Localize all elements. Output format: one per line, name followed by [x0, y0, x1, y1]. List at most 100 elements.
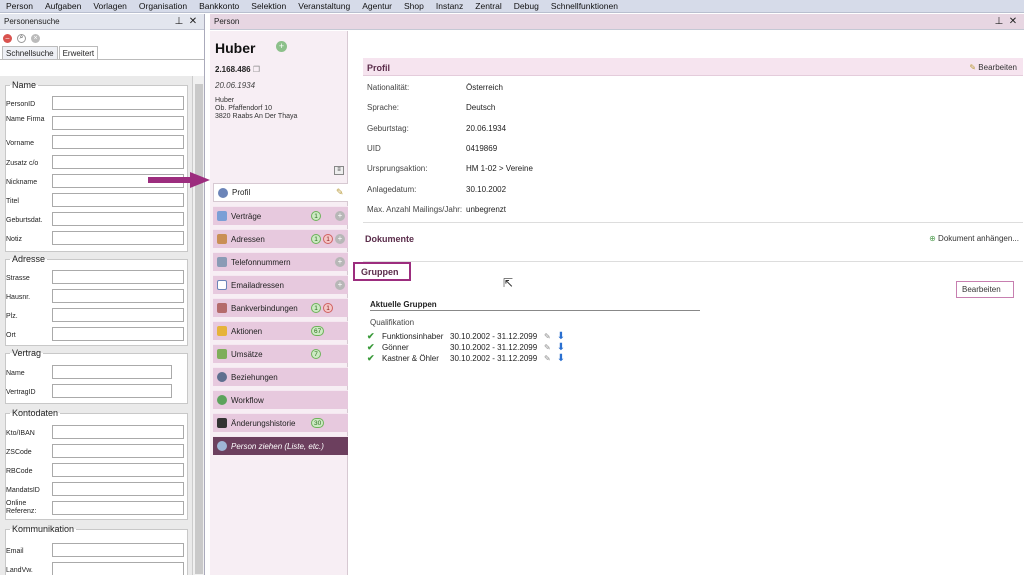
profil-title: Profil: [367, 63, 391, 73]
person-pane-titlebar: Person ⊥ ✕: [210, 14, 1024, 30]
scroll-thumb[interactable]: [195, 84, 203, 574]
close-icon[interactable]: ✕: [186, 16, 200, 27]
add-icon[interactable]: +: [276, 41, 287, 52]
dokumente-title: Dokumente: [365, 234, 415, 244]
nav-beziehungen[interactable]: Beziehungen: [213, 367, 348, 386]
label-rbcode: RBCode: [6, 468, 33, 475]
label-mandatsid: MandatsID: [6, 487, 40, 494]
arrow-down-icon[interactable]: ⬇: [557, 331, 565, 342]
arrow-down-icon[interactable]: ⬇: [557, 342, 565, 353]
search-pane-title: Personensuche: [4, 17, 60, 26]
mandatsid-field[interactable]: [52, 482, 184, 496]
menu-zentral[interactable]: Zentral: [469, 1, 507, 11]
nav-telefonnummern[interactable]: Telefonnummern +: [213, 252, 348, 271]
attach-document-button[interactable]: ⊕ Dokument anhängen...: [929, 234, 1019, 243]
landvw-field[interactable]: [52, 562, 184, 575]
plz-field[interactable]: [52, 308, 184, 322]
vorname-field[interactable]: [52, 135, 184, 149]
vertragid-field[interactable]: [52, 384, 172, 398]
clear-icon[interactable]: –: [3, 33, 12, 43]
menu-organisation[interactable]: Organisation: [133, 1, 193, 11]
nav-aktionen-label: Aktionen: [231, 326, 263, 336]
vertrag-name-field[interactable]: [52, 365, 172, 379]
nav-adressen[interactable]: Adressen 11 +: [213, 229, 348, 248]
menu-agentur[interactable]: Agentur: [356, 1, 398, 11]
group-row: ✔ Gönner 30.10.2002 - 31.12.2099 ✎ ⬇: [367, 342, 565, 353]
arrow-down-icon[interactable]: ⬇: [557, 353, 565, 364]
profil-header: Profil ✎ Bearbeiten: [363, 58, 1023, 76]
pin-icon[interactable]: ⊥: [172, 16, 186, 27]
hausnr-field[interactable]: [52, 289, 184, 303]
label-strasse: Strasse: [6, 275, 30, 282]
nav-umsaetze-label: Umsätze: [231, 349, 263, 359]
aktuelle-gruppen-underline: [370, 310, 700, 311]
edit-pencil-icon[interactable]: ✎: [544, 354, 551, 363]
menu-shop[interactable]: Shop: [398, 1, 430, 11]
person-icon: [218, 187, 228, 198]
nav-aenderungshistorie[interactable]: Änderungshistorie 30: [213, 413, 348, 432]
add-icon[interactable]: +: [335, 280, 345, 290]
name-firma-field[interactable]: [52, 116, 184, 130]
search-icon[interactable]: ⌕: [17, 33, 26, 43]
label-email: Email: [6, 548, 24, 555]
collapse-button[interactable]: ≡: [334, 166, 344, 175]
menu-aufgaben[interactable]: Aufgaben: [39, 1, 87, 11]
reset-icon[interactable]: ×: [31, 33, 40, 43]
count-badge: 67: [311, 326, 325, 336]
nav-workflow[interactable]: Workflow: [213, 390, 348, 409]
close-icon[interactable]: ✕: [1006, 16, 1020, 27]
pin-icon[interactable]: ⊥: [992, 16, 1006, 27]
zusatz-field[interactable]: [52, 155, 184, 169]
lightning-icon: [217, 326, 227, 336]
group-range: 30.10.2002 - 31.12.2099: [450, 332, 538, 341]
nav-bankverbindungen[interactable]: Bankverbindungen 11: [213, 298, 348, 317]
nav-person-ziehen[interactable]: Person ziehen (Liste, etc.): [213, 436, 348, 455]
nav-aktionen[interactable]: Aktionen 67: [213, 321, 348, 340]
add-icon[interactable]: +: [335, 234, 345, 244]
profil-edit-button[interactable]: ✎ Bearbeiten: [969, 63, 1017, 72]
menu-bankkonto[interactable]: Bankkonto: [193, 1, 245, 11]
tab-schnellsuche[interactable]: Schnellsuche: [2, 46, 58, 59]
copy-icon[interactable]: ❐: [253, 65, 260, 74]
titel-field[interactable]: [52, 193, 184, 207]
menu-instanz[interactable]: Instanz: [430, 1, 469, 11]
label-kto-iban: Kto/IBAN: [6, 430, 35, 437]
value-nationalitaet: Österreich: [466, 83, 503, 92]
strasse-field[interactable]: [52, 270, 184, 284]
label-hausnr: Hausnr.: [6, 294, 31, 301]
menu-selektion[interactable]: Selektion: [245, 1, 292, 11]
badge-group: 1: [309, 211, 321, 221]
search-scrollbar[interactable]: [192, 76, 204, 575]
add-icon[interactable]: +: [335, 257, 345, 267]
online-referenz-field[interactable]: [52, 501, 184, 515]
gruppen-edit-button[interactable]: Bearbeiten: [956, 281, 1014, 298]
edit-pencil-icon[interactable]: ✎: [336, 187, 344, 198]
tab-erweitert[interactable]: Erweitert: [58, 46, 99, 59]
count-badge: 7: [311, 349, 321, 359]
email-field[interactable]: [52, 543, 184, 557]
personid-field[interactable]: [52, 96, 184, 110]
menu-person[interactable]: Person: [0, 1, 39, 11]
nav-profil[interactable]: Profil ✎: [213, 183, 348, 202]
label-titel: Titel: [6, 198, 19, 205]
menu-veranstaltung[interactable]: Veranstaltung: [292, 1, 356, 11]
edit-pencil-icon[interactable]: ✎: [544, 332, 551, 341]
label-zusatz: Zusatz c/o: [6, 160, 39, 167]
nav-emailadressen[interactable]: Emailadressen +: [213, 275, 348, 294]
nav-umsaetze[interactable]: Umsätze 7: [213, 344, 348, 363]
add-icon[interactable]: +: [335, 211, 345, 221]
money-icon: [217, 349, 227, 359]
ort-field[interactable]: [52, 327, 184, 341]
edit-pencil-icon[interactable]: ✎: [544, 343, 551, 352]
zscode-field[interactable]: [52, 444, 184, 458]
nav-vertraege[interactable]: Verträge 1 +: [213, 206, 348, 225]
menu-vorlagen[interactable]: Vorlagen: [87, 1, 133, 11]
label-landvw: LandVw.: [6, 567, 33, 574]
geburtsdat-field[interactable]: [52, 212, 184, 226]
menu-schnellfunktionen[interactable]: Schnellfunktionen: [545, 1, 624, 11]
count-badge: 1: [311, 234, 321, 244]
rbcode-field[interactable]: [52, 463, 184, 477]
menu-debug[interactable]: Debug: [508, 1, 545, 11]
notiz-field[interactable]: [52, 231, 184, 245]
kto-iban-field[interactable]: [52, 425, 184, 439]
